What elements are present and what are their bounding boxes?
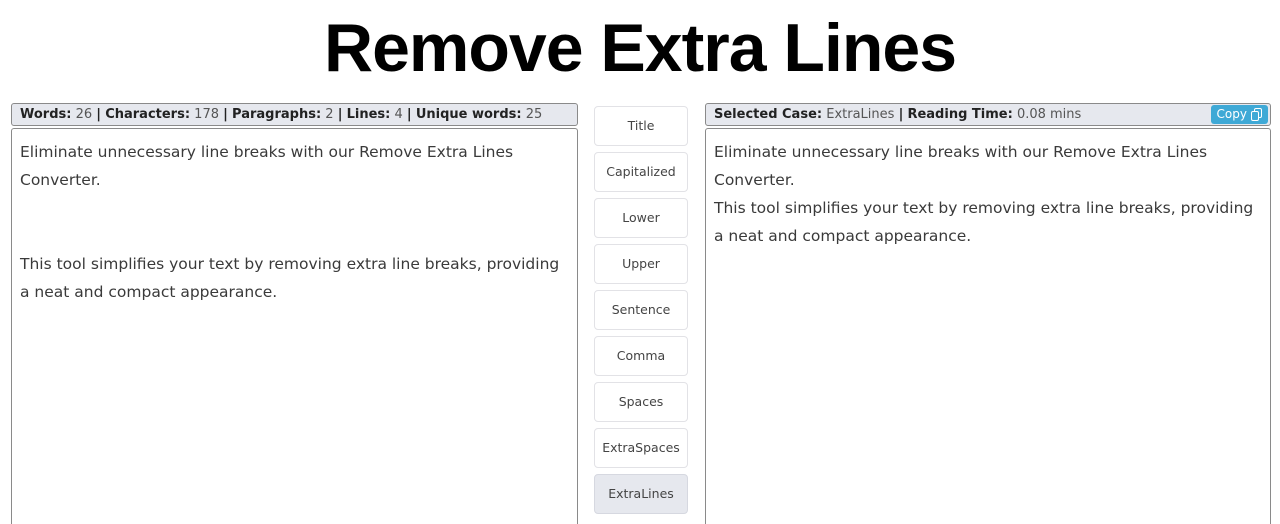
case-button-column: Title Capitalized Lower Upper Sentence C…: [594, 106, 688, 520]
selected-case-value: ExtraLines: [826, 107, 895, 122]
paragraphs-label: Paragraphs:: [232, 107, 322, 122]
paragraphs-count: 2: [325, 107, 334, 122]
copy-icon: [1251, 108, 1262, 121]
case-button-sentence[interactable]: Sentence: [594, 290, 688, 330]
input-stats-bar: Words: 26 | Characters: 178 | Paragraphs…: [11, 103, 578, 126]
case-button-capitalized[interactable]: Capitalized: [594, 152, 688, 192]
words-count: 26: [75, 107, 93, 122]
lines-label: Lines:: [346, 107, 391, 122]
reading-time-value: 0.08 mins: [1016, 107, 1082, 122]
page-title: Remove Extra Lines: [323, 10, 957, 86]
separator: |: [96, 107, 102, 122]
case-button-comma[interactable]: Comma: [594, 336, 688, 376]
case-button-title[interactable]: Title: [594, 106, 688, 146]
case-button-extraspaces[interactable]: ExtraSpaces: [594, 428, 688, 468]
selected-case-label: Selected Case:: [714, 107, 823, 122]
case-button-spaces[interactable]: Spaces: [594, 382, 688, 422]
case-button-extralines[interactable]: ExtraLines: [594, 474, 688, 514]
unique-words-label: Unique words:: [415, 107, 522, 122]
reading-time-label: Reading Time:: [907, 107, 1013, 122]
lines-count: 4: [394, 107, 403, 122]
case-button-lower[interactable]: Lower: [594, 198, 688, 238]
output-textarea[interactable]: Eliminate unnecessary line breaks with o…: [705, 128, 1271, 524]
copy-button[interactable]: Copy: [1210, 105, 1268, 124]
characters-count: 178: [194, 107, 219, 122]
input-textarea[interactable]: Eliminate unnecessary line breaks with o…: [11, 128, 578, 524]
copy-button-label: Copy: [1216, 107, 1247, 121]
words-label: Words:: [20, 107, 72, 122]
characters-label: Characters:: [105, 107, 191, 122]
output-stats-bar: Selected Case: ExtraLines | Reading Time…: [705, 103, 1271, 126]
separator: |: [898, 107, 904, 122]
unique-words-count: 25: [525, 107, 543, 122]
separator: |: [223, 107, 228, 122]
case-button-upper[interactable]: Upper: [594, 244, 688, 284]
separator: |: [406, 107, 412, 122]
separator: |: [337, 107, 343, 122]
